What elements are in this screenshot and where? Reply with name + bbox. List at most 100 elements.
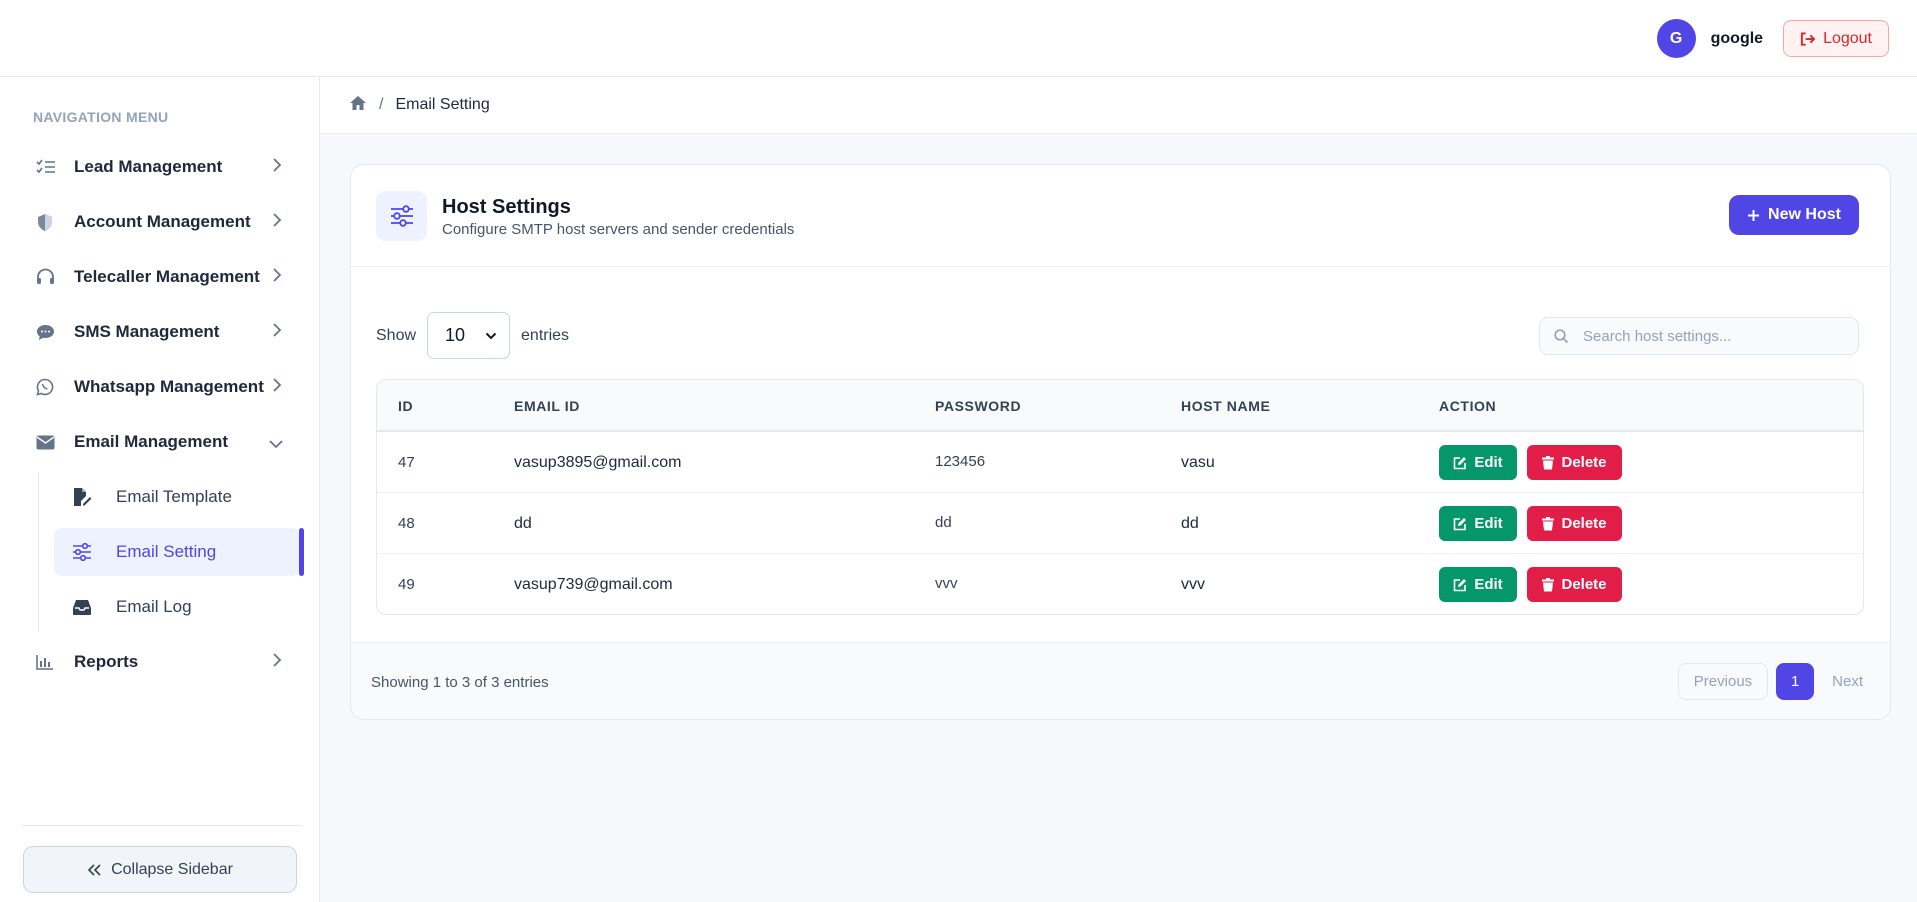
- logout-button[interactable]: Logout: [1783, 20, 1889, 57]
- sidebar-subitem-email-log[interactable]: Email Log: [54, 583, 300, 631]
- page-1-button[interactable]: 1: [1776, 663, 1815, 700]
- delete-label: Delete: [1561, 454, 1607, 471]
- logout-label: Logout: [1823, 29, 1872, 47]
- home-icon[interactable]: [349, 95, 367, 116]
- breadcrumb: / Email Setting: [320, 77, 1917, 134]
- sidebar-item-whatsapp-management[interactable]: Whatsapp Management: [24, 363, 300, 411]
- top-header: G google Logout: [0, 0, 1917, 77]
- avatar[interactable]: G: [1656, 19, 1696, 58]
- edit-button[interactable]: Edit: [1439, 445, 1517, 480]
- sidebar-item-label: Whatsapp Management: [74, 377, 264, 396]
- edit-label: Edit: [1474, 515, 1503, 532]
- entries-value: 10: [445, 325, 466, 345]
- entries-select[interactable]: 10: [427, 312, 511, 359]
- chevron-down-icon: [268, 436, 284, 454]
- cell-email: dd: [514, 515, 532, 532]
- sidebar-item-email-management[interactable]: Email Management: [24, 418, 300, 466]
- sidebar-subitem-label: Email Log: [116, 597, 192, 616]
- sidebar-item-reports[interactable]: Reports: [24, 638, 300, 686]
- sidebar-subitem-email-template[interactable]: Email Template: [54, 473, 300, 521]
- page-title: Host Settings: [442, 196, 571, 218]
- sidebar-item-sms-management[interactable]: SMS Management: [24, 308, 300, 356]
- file-edit-icon: [72, 487, 100, 507]
- cell-host-name: vvv: [1181, 576, 1205, 593]
- user-area: G google Logout: [1656, 19, 1889, 58]
- sidebar-item-label: Email Management: [74, 432, 228, 451]
- submenu-guide-line: [38, 472, 39, 632]
- edit-button[interactable]: Edit: [1439, 506, 1517, 541]
- cell-id: 48: [398, 515, 415, 532]
- new-host-label: New Host: [1768, 206, 1841, 223]
- column-header-password[interactable]: PASSWORD: [935, 398, 1021, 414]
- delete-label: Delete: [1561, 515, 1607, 532]
- host-settings-table: ID EMAIL ID PASSWORD HOST NAME ACTION 47…: [376, 379, 1864, 615]
- showing-entries-text: Showing 1 to 3 of 3 entries: [371, 674, 549, 691]
- chevron-right-icon: [272, 652, 282, 673]
- page-subtitle: Configure SMTP host servers and sender c…: [442, 221, 795, 238]
- active-indicator: [299, 528, 304, 576]
- sidebar-item-account-management[interactable]: Account Management: [24, 198, 300, 246]
- edit-label: Edit: [1474, 576, 1503, 593]
- sidebar-item-label: Lead Management: [74, 157, 223, 176]
- collapse-sidebar-label: Collapse Sidebar: [111, 860, 233, 878]
- sidebar-item-telecaller-management[interactable]: Telecaller Management: [24, 253, 300, 301]
- cell-password: 123456: [935, 453, 986, 470]
- collapse-sidebar-button[interactable]: Collapse Sidebar: [23, 846, 297, 893]
- cell-id: 49: [398, 576, 415, 593]
- sidebar-item-label: Account Management: [74, 212, 251, 231]
- delete-button[interactable]: Delete: [1527, 567, 1622, 602]
- chart-icon: [36, 654, 68, 670]
- whatsapp-icon: [36, 378, 68, 396]
- sidebar-item-lead-management[interactable]: Lead Management: [24, 143, 300, 191]
- chevron-right-icon: [272, 212, 282, 233]
- previous-page-button[interactable]: Previous: [1677, 663, 1769, 700]
- column-header-host-name[interactable]: HOST NAME: [1181, 398, 1270, 414]
- search-box: [1539, 317, 1859, 355]
- cell-host-name: dd: [1181, 515, 1199, 532]
- chat-icon: [36, 324, 68, 341]
- nav-heading: NAVIGATION MENU: [33, 109, 169, 125]
- breadcrumb-current: Email Setting: [395, 96, 490, 113]
- show-label: Show: [376, 326, 417, 344]
- list-check-icon: [36, 159, 68, 175]
- entries-label: entries: [521, 326, 570, 344]
- headset-icon: [36, 268, 68, 286]
- table-length-control: Show 10 entries: [376, 312, 569, 359]
- table-row: 47 vasup3895@gmail.com 123456 vasu Edit …: [377, 432, 1863, 493]
- sidebar-subitem-label: Email Setting: [116, 542, 217, 561]
- card-header: Host Settings Configure SMTP host server…: [351, 165, 1890, 267]
- chevron-down-icon: [485, 332, 497, 339]
- delete-button[interactable]: Delete: [1527, 445, 1622, 480]
- edit-icon: [1454, 517, 1467, 530]
- table-footer: Showing 1 to 3 of 3 entries Previous 1 N…: [351, 642, 1890, 719]
- sidebar-item-label: Reports: [74, 652, 139, 671]
- logout-icon: [1801, 31, 1816, 46]
- sidebar-divider: [22, 825, 302, 826]
- chevron-right-icon: [272, 322, 282, 343]
- search-input[interactable]: [1583, 327, 1843, 345]
- plus-icon: [1748, 209, 1760, 221]
- edit-icon: [1454, 456, 1467, 469]
- next-page-button[interactable]: Next: [1822, 663, 1873, 700]
- chevron-right-icon: [272, 267, 282, 288]
- new-host-button[interactable]: New Host: [1729, 195, 1859, 235]
- sidebar-subitem-email-setting[interactable]: Email Setting: [54, 528, 304, 576]
- column-header-action: ACTION: [1439, 398, 1497, 414]
- table-row: 48 dd dd dd Edit Delete: [377, 493, 1863, 554]
- sliders-icon: [72, 543, 100, 561]
- envelope-icon: [36, 435, 68, 450]
- cell-id: 47: [398, 454, 415, 471]
- delete-label: Delete: [1561, 576, 1607, 593]
- column-header-id[interactable]: ID: [398, 398, 413, 414]
- trash-icon: [1542, 516, 1555, 530]
- host-settings-card: Host Settings Configure SMTP host server…: [350, 164, 1891, 720]
- chevron-right-icon: [272, 377, 282, 398]
- sidebar-item-label: Telecaller Management: [74, 267, 260, 286]
- delete-button[interactable]: Delete: [1527, 506, 1622, 541]
- inbox-icon: [72, 599, 100, 616]
- cell-email: vasup739@gmail.com: [514, 576, 673, 593]
- table-row: 49 vasup739@gmail.com vvv vvv Edit Delet…: [377, 554, 1863, 614]
- column-header-email[interactable]: EMAIL ID: [514, 398, 580, 414]
- search-icon: [1554, 328, 1569, 343]
- edit-button[interactable]: Edit: [1439, 567, 1517, 602]
